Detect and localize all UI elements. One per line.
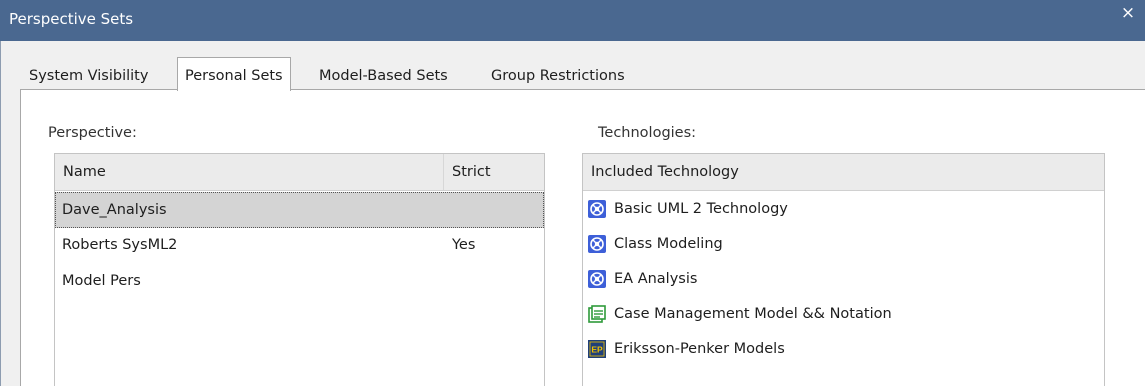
uml-technology-icon xyxy=(588,200,606,218)
technology-label: Eriksson-Penker Models xyxy=(614,341,785,357)
perspective-label: Perspective: xyxy=(48,125,137,141)
technologies-list-header: Included Technology xyxy=(583,154,1104,191)
perspective-list[interactable]: Name Strict Dave_Analysis Roberts SysML2… xyxy=(54,153,545,386)
eriksson-penker-icon-text: EP xyxy=(591,345,603,355)
list-item[interactable]: Class Modeling xyxy=(583,227,1104,262)
tab-system-visibility[interactable]: System Visibility xyxy=(29,61,148,90)
row-name: Roberts SysML2 xyxy=(62,237,178,253)
list-item[interactable]: EP Eriksson-Penker Models xyxy=(583,332,1104,367)
close-icon[interactable]: × xyxy=(1119,4,1137,22)
column-header-included-technology[interactable]: Included Technology xyxy=(583,154,1104,190)
tab-model-based-sets[interactable]: Model-Based Sets xyxy=(319,61,448,90)
technology-label: EA Analysis xyxy=(614,271,698,287)
perspective-list-header: Name Strict xyxy=(55,154,544,191)
title-bar: Perspective Sets × xyxy=(0,0,1145,41)
dialog-body: System Visibility Personal Sets Model-Ba… xyxy=(0,41,1145,386)
uml-technology-icon xyxy=(588,235,606,253)
technology-label: Class Modeling xyxy=(614,236,723,252)
table-row[interactable]: Model Pers xyxy=(55,264,544,300)
list-item[interactable]: Case Management Model && Notation xyxy=(583,297,1104,332)
list-item[interactable]: Basic UML 2 Technology xyxy=(583,192,1104,227)
column-header-name[interactable]: Name xyxy=(55,154,444,190)
personal-sets-panel: Perspective: Technologies: Name Strict D… xyxy=(20,89,1145,386)
row-name: Model Pers xyxy=(62,273,141,289)
table-row[interactable]: Roberts SysML2 Yes xyxy=(55,228,544,264)
technology-label: Basic UML 2 Technology xyxy=(614,201,788,217)
tab-personal-sets[interactable]: Personal Sets xyxy=(177,57,291,91)
technology-label: Case Management Model && Notation xyxy=(614,306,892,322)
window-title: Perspective Sets xyxy=(9,10,134,28)
row-strict: Yes xyxy=(452,237,476,253)
table-row[interactable]: Dave_Analysis xyxy=(55,192,544,228)
list-item[interactable]: EA Analysis xyxy=(583,262,1104,297)
eriksson-penker-icon: EP xyxy=(588,340,606,358)
technologies-label: Technologies: xyxy=(598,125,697,141)
case-management-icon xyxy=(588,305,606,323)
column-header-strict[interactable]: Strict xyxy=(444,154,544,190)
technologies-list[interactable]: Included Technology Basic UML 2 Technolo… xyxy=(582,153,1105,386)
tab-group-restrictions[interactable]: Group Restrictions xyxy=(491,61,625,90)
uml-technology-icon xyxy=(588,270,606,288)
row-name: Dave_Analysis xyxy=(62,202,167,218)
